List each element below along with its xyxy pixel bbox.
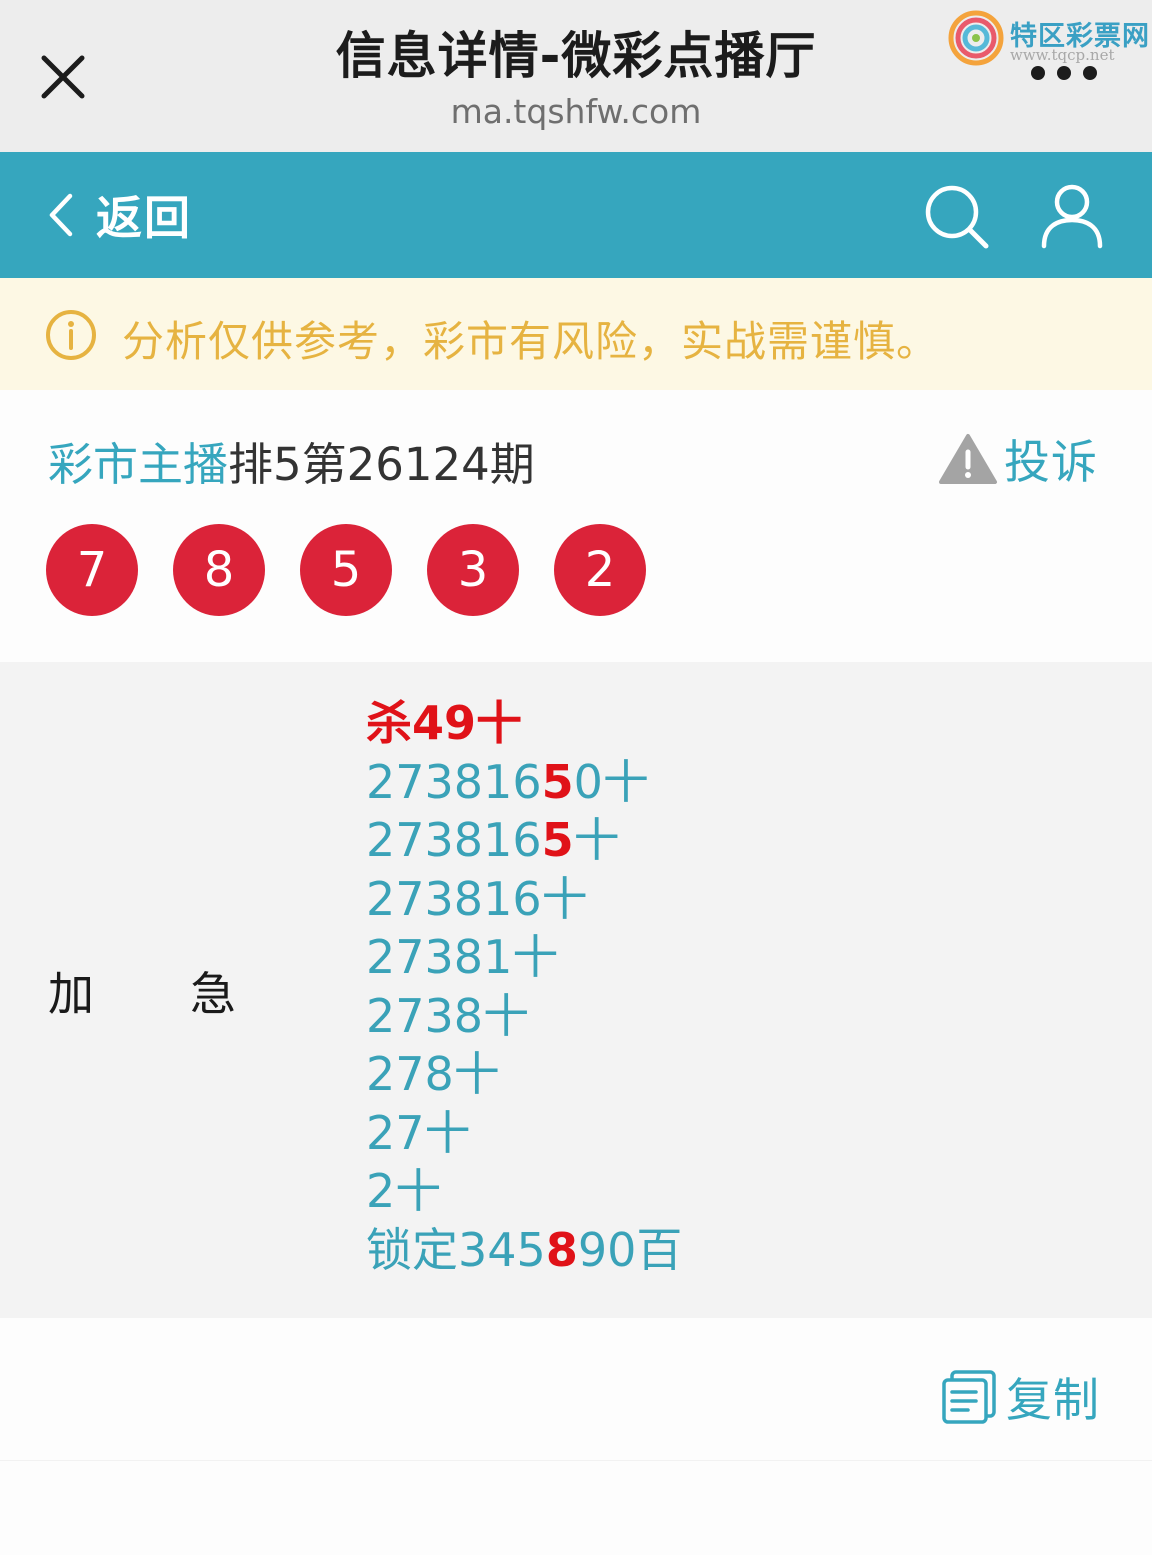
- lock-line: 锁定345890百: [366, 1222, 683, 1277]
- number-ball: 8: [173, 524, 265, 616]
- copy-button[interactable]: 复制: [940, 1364, 1100, 1430]
- number-ball: 2: [554, 524, 646, 616]
- number-ball: 5: [300, 524, 392, 616]
- complain-button[interactable]: 投诉: [938, 426, 1098, 492]
- prediction-line: 27381650十: [366, 754, 649, 809]
- info-icon: [46, 310, 96, 360]
- search-icon: [925, 185, 989, 249]
- more-dots-icon: [1031, 66, 1097, 80]
- number-ball: 3: [427, 524, 519, 616]
- swirl-logo-icon: [948, 10, 1004, 66]
- more-options-button[interactable]: [1026, 62, 1102, 84]
- back-label: 返回: [96, 191, 192, 245]
- complain-label: 投诉: [1004, 435, 1098, 489]
- divider: [0, 1460, 1152, 1461]
- post-title: 排5第26124期: [228, 438, 535, 491]
- category-label-right: 急: [190, 967, 236, 1021]
- chevron-left-icon: [49, 193, 73, 237]
- prediction-line: 27十: [366, 1105, 471, 1160]
- prediction-line: 2十: [366, 1164, 442, 1218]
- prediction-line: 2738165十: [366, 813, 620, 867]
- draw-numbers: 7 8 5 3 2: [46, 524, 681, 616]
- prediction-line: 2738十: [366, 988, 530, 1043]
- nav-bar: 返回: [0, 152, 1152, 278]
- warning-icon: [939, 434, 997, 484]
- number-ball: 7: [46, 524, 138, 616]
- page-url: ma.tqshfw.com: [450, 92, 702, 131]
- prediction-line: 273816十: [366, 871, 588, 926]
- risk-notice: 分析仅供参考，彩市有风险，实战需谨慎。: [0, 278, 1152, 390]
- browser-top-bar: 信息详情-微彩点播厅 ma.tqshfw.com 特区彩票网 www.tqcp.…: [0, 0, 1152, 152]
- post-header: 彩市主播排5第26124期: [48, 428, 535, 493]
- prediction-line: 278十: [366, 1047, 500, 1101]
- prediction-line: 27381十: [366, 930, 559, 984]
- anchor-name-link[interactable]: 彩市主播: [48, 438, 228, 491]
- search-button[interactable]: [922, 182, 992, 252]
- prediction-panel: 加 急 杀49十 27381650十 2738165十 273816十 2738…: [0, 662, 1152, 1318]
- notice-text: 分析仅供参考，彩市有风险，实战需谨慎。: [122, 317, 940, 366]
- kill-line: 杀49十: [366, 696, 523, 750]
- copy-document-icon: [942, 1370, 996, 1424]
- watermark-logo: 特区彩票网 www.tqcp.net: [948, 8, 1149, 68]
- copy-label: 复制: [1006, 1373, 1100, 1427]
- category-label-left: 加: [48, 967, 94, 1021]
- user-button[interactable]: [1038, 182, 1106, 250]
- back-button[interactable]: 返回: [46, 180, 192, 250]
- user-icon: [1041, 184, 1103, 249]
- prediction-lines: 杀49十 27381650十 2738165十 273816十 27381十 2…: [366, 694, 682, 1279]
